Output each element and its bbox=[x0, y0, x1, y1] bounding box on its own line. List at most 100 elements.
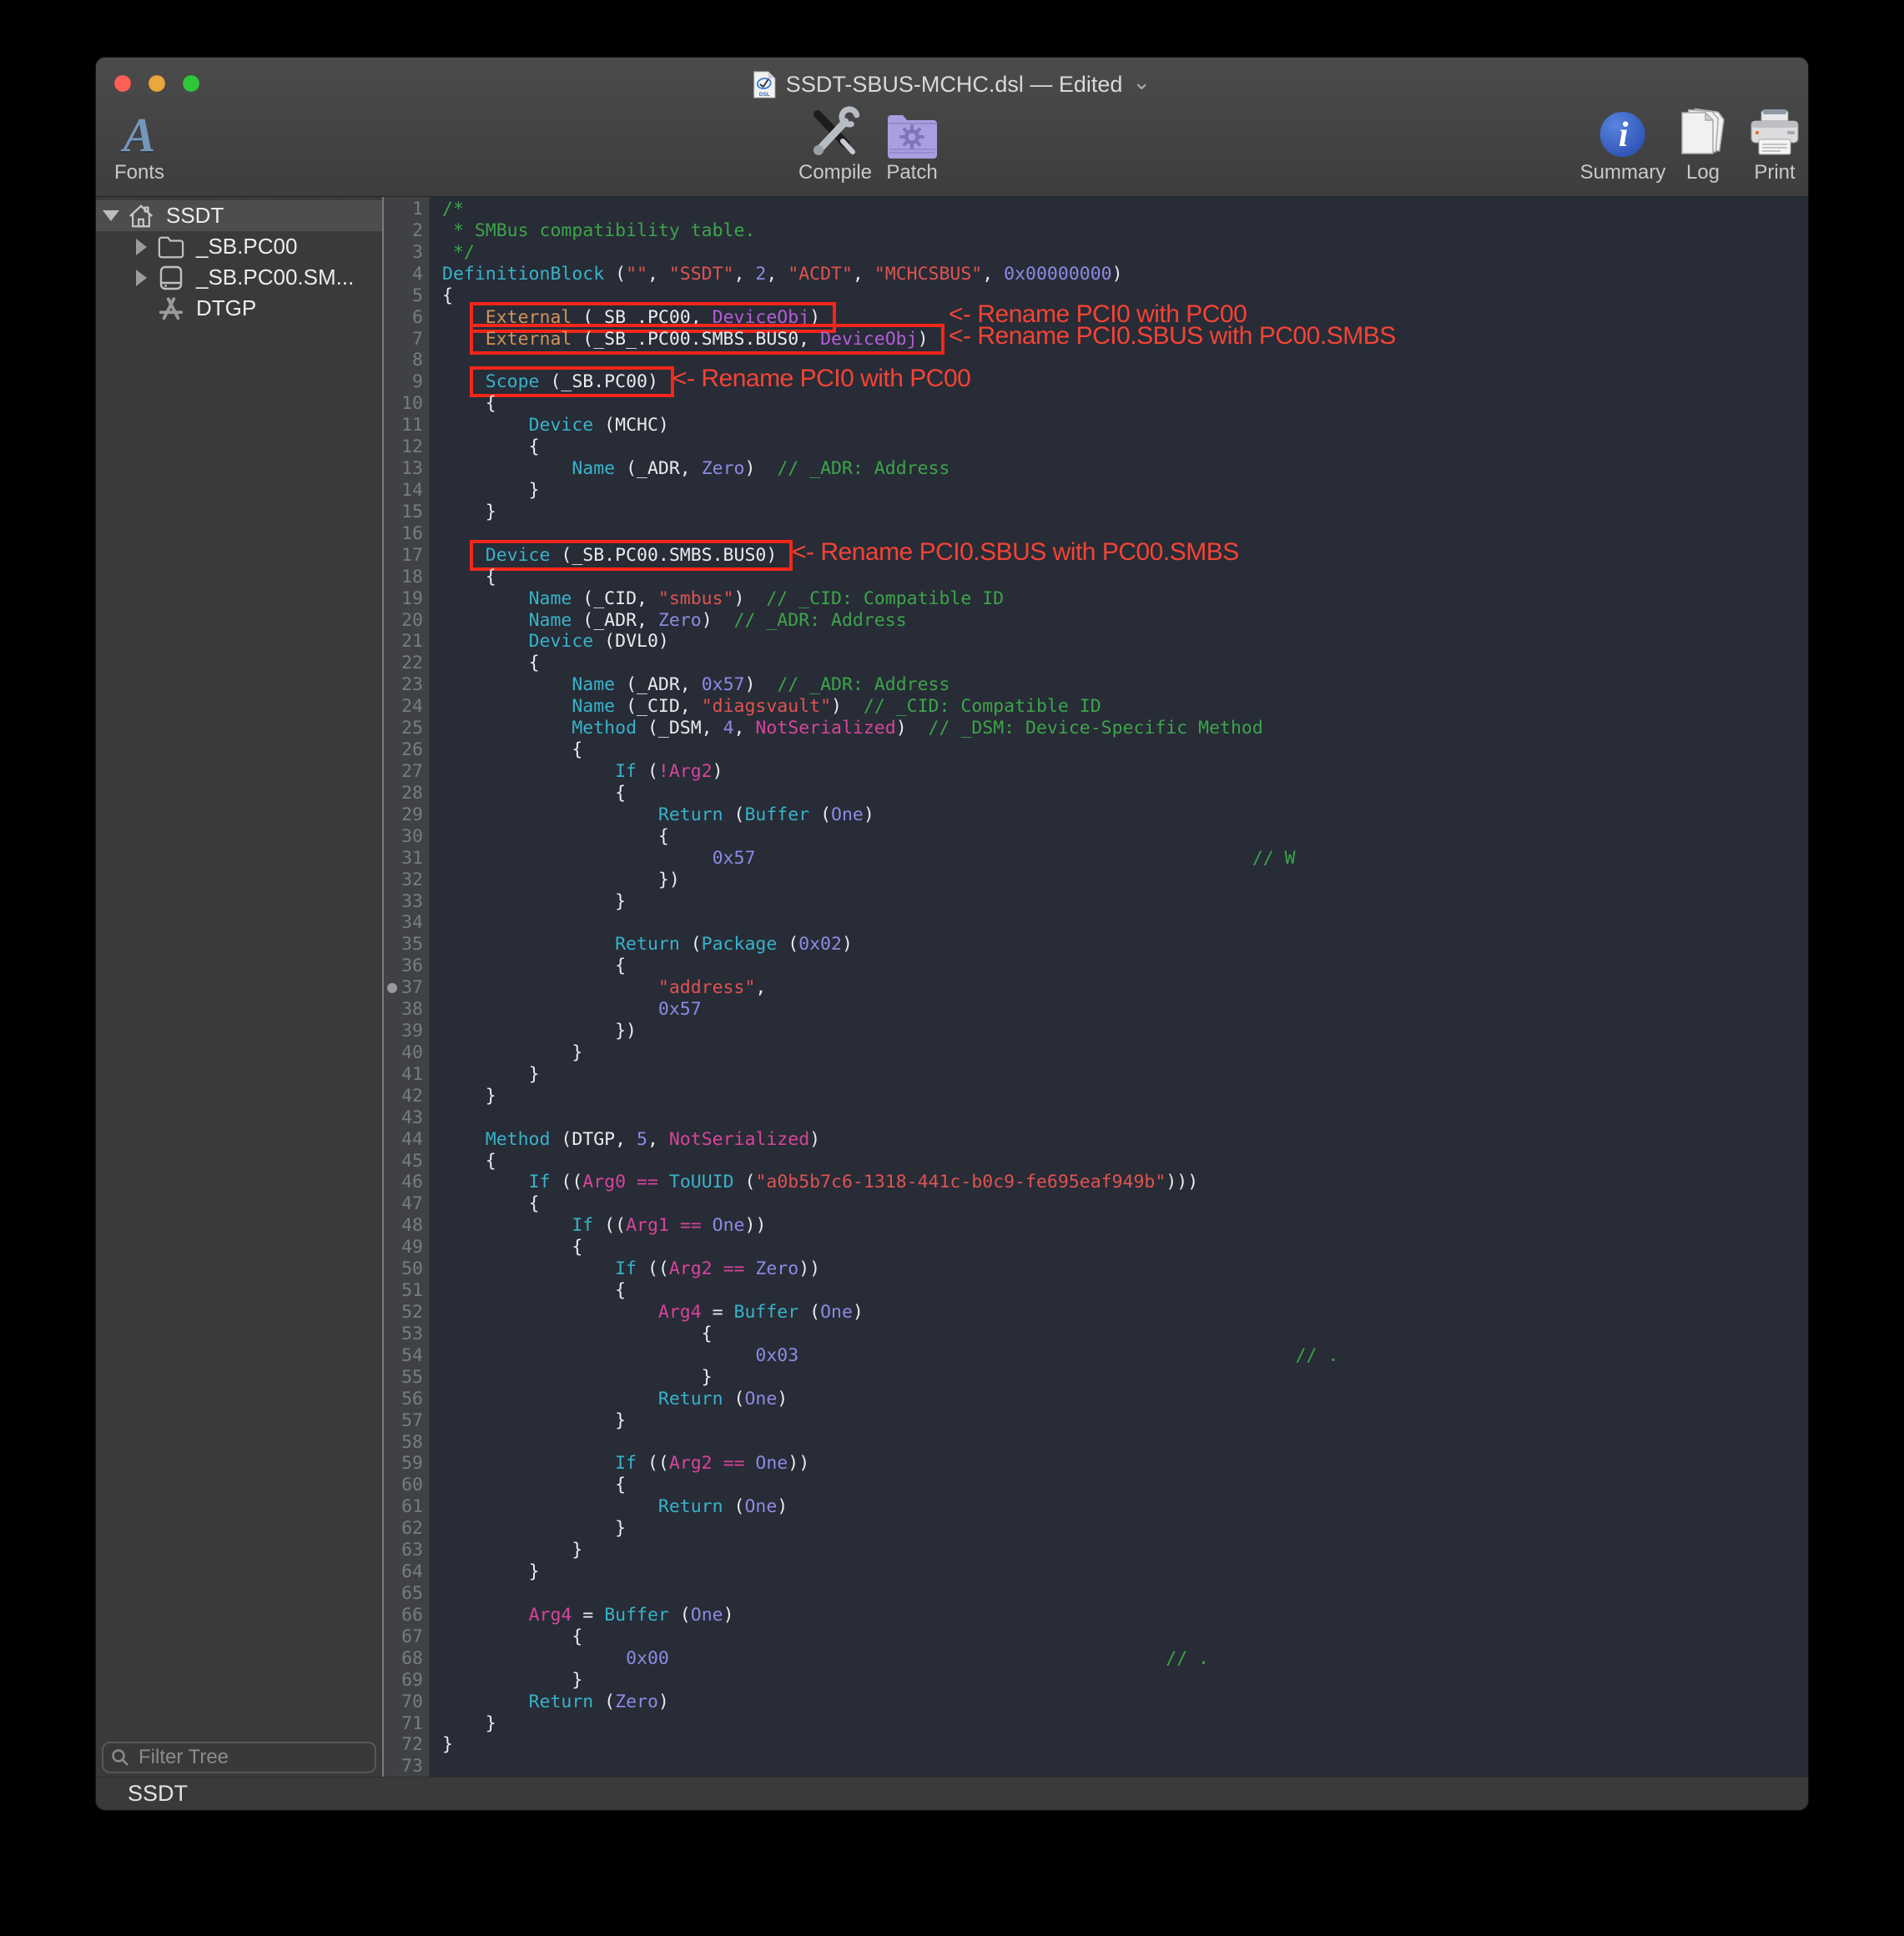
code-line: 28 { bbox=[384, 783, 1808, 804]
code-line: 50 If ((Arg2 == Zero)) bbox=[384, 1258, 1808, 1280]
code-line: 37 "address", bbox=[384, 977, 1808, 999]
titlebar: DSL SSDT-SBUS-MCHC.dsl — Edited ⌄ A Font… bbox=[96, 58, 1808, 197]
code-line: 47 { bbox=[384, 1193, 1808, 1215]
sidebar-item-sb-pc00-sm[interactable]: _SB.PC00.SM... bbox=[96, 262, 382, 293]
window-title: SSDT-SBUS-MCHC.dsl — Edited bbox=[786, 72, 1123, 98]
code-line: 23 Name (_ADR, 0x57) // _ADR: Address bbox=[384, 674, 1808, 696]
proxy-chevron-icon[interactable]: ⌄ bbox=[1132, 78, 1151, 86]
code-line: 29 Return (Buffer (One) bbox=[384, 804, 1808, 826]
summary-button[interactable]: i Summary bbox=[1580, 103, 1666, 184]
code-line: 36 { bbox=[384, 955, 1808, 977]
fonts-icon: A bbox=[123, 111, 156, 159]
annotation-box: External (_SB_.PC00, DeviceObj) bbox=[475, 307, 831, 328]
code-line: 65 bbox=[384, 1583, 1808, 1605]
annotation-box: External (_SB_.PC00.SMBS.BUS0, DeviceObj… bbox=[475, 329, 939, 350]
code-line: 69 } bbox=[384, 1670, 1808, 1691]
log-pages-icon bbox=[1677, 103, 1729, 159]
code-line: 44 Method (DTGP, 5, NotSerialized) bbox=[384, 1129, 1808, 1151]
code-line: 15 } bbox=[384, 502, 1808, 523]
patch-label: Patch bbox=[886, 161, 937, 184]
patch-button[interactable]: Patch bbox=[884, 103, 939, 184]
code-line: 14 } bbox=[384, 480, 1808, 502]
code-line: 4DefinitionBlock ("", "SSDT", 2, "ACDT",… bbox=[384, 264, 1808, 285]
code-line: 20 Name (_ADR, Zero) // _ADR: Address bbox=[384, 610, 1808, 632]
code-line: 66 Arg4 = Buffer (One) bbox=[384, 1605, 1808, 1626]
code-line: 73 bbox=[384, 1756, 1808, 1777]
code-line: 10 { bbox=[384, 393, 1808, 415]
code-line: 30 { bbox=[384, 826, 1808, 848]
home-icon bbox=[128, 203, 154, 229]
patch-folder-icon bbox=[884, 103, 939, 159]
code-line: 21 Device (DVL0) bbox=[384, 631, 1808, 653]
code-line: 34 bbox=[384, 912, 1808, 934]
code-line: 61 Return (One) bbox=[384, 1496, 1808, 1518]
sidebar-item-label: SSDT bbox=[166, 203, 224, 229]
code-line: 55 } bbox=[384, 1367, 1808, 1389]
code-line: 35 Return (Package (0x02) bbox=[384, 934, 1808, 955]
code-line: 48 If ((Arg1 == One)) bbox=[384, 1215, 1808, 1237]
maciasl-window: DSL SSDT-SBUS-MCHC.dsl — Edited ⌄ A Font… bbox=[95, 57, 1809, 1811]
code-line: 57 } bbox=[384, 1410, 1808, 1432]
code-line: 46 If ((Arg0 == ToUUID ("a0b5b7c6-1318-4… bbox=[384, 1172, 1808, 1193]
filter-tree-field[interactable] bbox=[102, 1742, 376, 1773]
svg-text:DSL: DSL bbox=[759, 92, 770, 98]
sidebar: SSDT _SB.PC00 bbox=[96, 197, 382, 1777]
device-icon bbox=[158, 265, 184, 291]
code-line: 59 If ((Arg2 == One)) bbox=[384, 1453, 1808, 1475]
filter-tree-input[interactable] bbox=[137, 1745, 399, 1770]
code-line: 52 Arg4 = Buffer (One) bbox=[384, 1302, 1808, 1323]
log-label: Log bbox=[1686, 161, 1720, 184]
code-line: 60 { bbox=[384, 1475, 1808, 1496]
code-line: 72} bbox=[384, 1734, 1808, 1756]
svg-text:i: i bbox=[1619, 116, 1629, 154]
status-bar: SSDT bbox=[96, 1777, 1808, 1810]
method-icon bbox=[158, 295, 184, 322]
code-line: 27 If (!Arg2) bbox=[384, 761, 1808, 783]
sidebar-item-dtgp[interactable]: DTGP bbox=[96, 293, 382, 324]
code-line: 40 } bbox=[384, 1042, 1808, 1064]
code-line: 42 } bbox=[384, 1086, 1808, 1107]
compile-button[interactable]: Compile bbox=[798, 103, 872, 184]
code-line: 18 { bbox=[384, 567, 1808, 588]
print-button[interactable]: Print bbox=[1747, 103, 1802, 184]
minimize-button[interactable] bbox=[149, 75, 165, 92]
code-line: 45 { bbox=[384, 1151, 1808, 1172]
print-label: Print bbox=[1754, 161, 1795, 184]
log-button[interactable]: Log bbox=[1677, 103, 1729, 184]
code-line: 49 { bbox=[384, 1237, 1808, 1258]
disclosure-collapsed-icon[interactable] bbox=[133, 239, 149, 255]
sidebar-item-label: _SB.PC00 bbox=[196, 234, 297, 260]
code-line: 1/* bbox=[384, 199, 1808, 220]
fonts-button[interactable]: A Fonts bbox=[114, 103, 164, 184]
zoom-button[interactable] bbox=[183, 75, 199, 92]
document-icon: DSL bbox=[753, 71, 776, 98]
code-line: 24 Name (_CID, "diagsvault") // _CID: Co… bbox=[384, 696, 1808, 718]
compile-label: Compile bbox=[798, 161, 872, 184]
rename-annotation: <- Rename PCI0 with PC00 bbox=[672, 368, 970, 390]
code-line: 33 } bbox=[384, 891, 1808, 913]
code-line: 39 }) bbox=[384, 1021, 1808, 1042]
code-line: 41 } bbox=[384, 1064, 1808, 1086]
ssdt-tree: SSDT _SB.PC00 bbox=[96, 200, 382, 324]
code-line: 3 */ bbox=[384, 242, 1808, 264]
summary-info-icon: i bbox=[1598, 103, 1648, 159]
sidebar-item-sb-pc00[interactable]: _SB.PC00 bbox=[96, 231, 382, 262]
code-line: 7 External (_SB_.PC00.SMBS.BUS0, DeviceO… bbox=[384, 329, 1808, 350]
code-line: 70 Return (Zero) bbox=[384, 1691, 1808, 1713]
code-line: 67 { bbox=[384, 1626, 1808, 1648]
summary-label: Summary bbox=[1580, 161, 1666, 184]
code-line: 63 } bbox=[384, 1540, 1808, 1561]
code-line: 56 Return (One) bbox=[384, 1389, 1808, 1410]
status-scope-label: SSDT bbox=[128, 1781, 188, 1806]
disclosure-collapsed-icon[interactable] bbox=[133, 270, 149, 286]
close-button[interactable] bbox=[114, 75, 131, 92]
code-line: 26 { bbox=[384, 739, 1808, 761]
code-editor[interactable]: 1/*2 * SMBus compatibility table.3 */4De… bbox=[384, 197, 1808, 1777]
disclosure-open-icon[interactable] bbox=[103, 210, 119, 221]
code-line: 54 0x03 // . bbox=[384, 1345, 1808, 1367]
code-line: 68 0x00 // . bbox=[384, 1648, 1808, 1670]
code-line: 64 } bbox=[384, 1561, 1808, 1583]
sidebar-item-ssdt[interactable]: SSDT bbox=[96, 200, 382, 231]
code-lines: 1/*2 * SMBus compatibility table.3 */4De… bbox=[384, 197, 1808, 1777]
code-line: 43 bbox=[384, 1107, 1808, 1129]
